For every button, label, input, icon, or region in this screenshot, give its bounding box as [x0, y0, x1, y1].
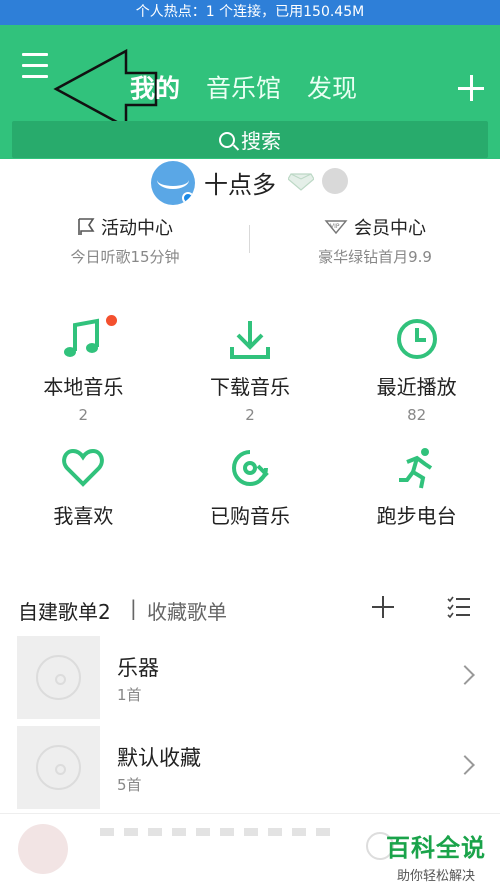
add-icon[interactable] — [458, 75, 484, 101]
grid-favorites[interactable]: 我喜欢 — [0, 444, 167, 553]
flag-icon — [78, 217, 95, 235]
activity-row: 活动中心 今日听歌15分钟 VIP 会员中心 豪华绿钻首月9.9 — [0, 207, 500, 273]
grid-count: 2 — [245, 406, 255, 424]
tab-collected-playlists[interactable]: 收藏歌单 — [147, 596, 227, 625]
grid-purchased[interactable]: 已购音乐 — [167, 444, 334, 553]
grid-recent[interactable]: 最近播放 82 — [333, 315, 500, 424]
watermark-title: 百科全说 — [386, 834, 486, 862]
playlist-name: 默认收藏 — [117, 746, 201, 770]
svg-text:VIP: VIP — [330, 223, 340, 230]
add-playlist-icon[interactable] — [372, 596, 394, 618]
manage-list-icon[interactable] — [447, 596, 471, 618]
username[interactable]: 十点多 — [204, 165, 276, 200]
grid-count — [333, 535, 500, 553]
playlist-header: 自建歌单2 | 收藏歌单 — [0, 592, 500, 626]
grid-label: 已购音乐 — [209, 504, 290, 528]
search-label: 搜索 — [241, 129, 281, 153]
download-icon — [229, 321, 270, 359]
grid-label: 我喜欢 — [53, 504, 114, 528]
grid-count — [167, 535, 334, 553]
grid-label: 本地音乐 — [43, 375, 124, 399]
tab-discover[interactable]: 发现 — [307, 71, 357, 107]
disc-icon — [36, 745, 81, 790]
playlist-name: 乐器 — [117, 656, 159, 680]
heart-icon — [62, 448, 105, 487]
search-bar[interactable]: 搜索 — [12, 121, 488, 158]
avatar[interactable] — [151, 161, 195, 205]
playlist-count: 5首 — [117, 776, 142, 794]
notification-dot — [106, 315, 117, 326]
green-diamond-icon[interactable] — [288, 173, 314, 191]
tab-mine[interactable]: 我的 — [130, 71, 180, 107]
activity-center-title: 活动中心 — [101, 217, 173, 239]
grid-count: 82 — [407, 406, 427, 424]
avatar-badge-icon — [182, 192, 194, 204]
grid-label: 下载音乐 — [209, 375, 290, 399]
search-icon — [219, 131, 235, 148]
vip-center-title: 会员中心 — [354, 217, 426, 239]
vip-icon: VIP — [324, 219, 348, 234]
tab-created-playlists[interactable]: 自建歌单2 — [18, 596, 111, 625]
activity-center[interactable]: 活动中心 今日听歌15分钟 — [0, 214, 250, 267]
watermark-subtitle: 助你轻松解决 — [396, 869, 475, 884]
chevron-right-icon — [455, 755, 475, 775]
clock-icon — [396, 319, 437, 359]
grid-count — [0, 535, 167, 553]
tab-music-hall[interactable]: 音乐馆 — [206, 71, 281, 107]
grid-local-music[interactable]: 本地音乐 2 — [0, 315, 167, 424]
status-bar: 个人热点：1 个连接，已用150.45M — [0, 0, 500, 25]
playlist-row[interactable]: 乐器 1首 — [17, 636, 500, 719]
status-text: 个人热点：1 个连接，已用150.45M — [135, 4, 365, 20]
grid-downloads[interactable]: 下载音乐 2 — [167, 315, 334, 424]
music-note-icon — [64, 318, 100, 357]
grid-count: 2 — [78, 406, 89, 424]
main-tabs: 我的 音乐馆 发现 — [130, 71, 357, 107]
running-icon — [398, 448, 432, 489]
watermark: 百科全说 助你轻松解决 — [386, 828, 486, 884]
divider — [249, 225, 250, 253]
app-header: 我的 音乐馆 发现 搜索 — [0, 25, 500, 158]
playlist-count: 1首 — [117, 686, 142, 704]
playlist-cover — [17, 636, 100, 719]
chevron-right-icon — [455, 665, 475, 685]
purchased-disc-icon — [232, 450, 269, 486]
grid-label: 最近播放 — [376, 375, 457, 399]
vip-center[interactable]: VIP 会员中心 豪华绿钻首月9.9 — [250, 214, 500, 267]
now-playing-info — [100, 828, 330, 836]
now-playing-cover — [18, 824, 68, 874]
disc-icon — [36, 655, 81, 700]
menu-icon[interactable] — [22, 53, 48, 78]
activity-center-subtitle: 今日听歌15分钟 — [70, 247, 180, 266]
vip-center-subtitle: 豪华绿钻首月9.9 — [318, 247, 432, 266]
grid-label: 跑步电台 — [376, 504, 457, 528]
grid-running-radio[interactable]: 跑步电台 — [333, 444, 500, 553]
tab-separator: | — [130, 596, 137, 620]
level-badge-icon[interactable] — [322, 168, 348, 194]
profile-row: 十点多 — [0, 159, 500, 207]
playlist-cover — [17, 726, 100, 809]
playlist-row[interactable]: 默认收藏 5首 — [17, 726, 500, 809]
feature-grid: 本地音乐 2 下载音乐 2 最近播放 82 我喜欢 已购音乐 跑步电台 — [0, 315, 500, 553]
mini-player[interactable]: 百科全说 助你轻松解决 — [0, 813, 500, 889]
